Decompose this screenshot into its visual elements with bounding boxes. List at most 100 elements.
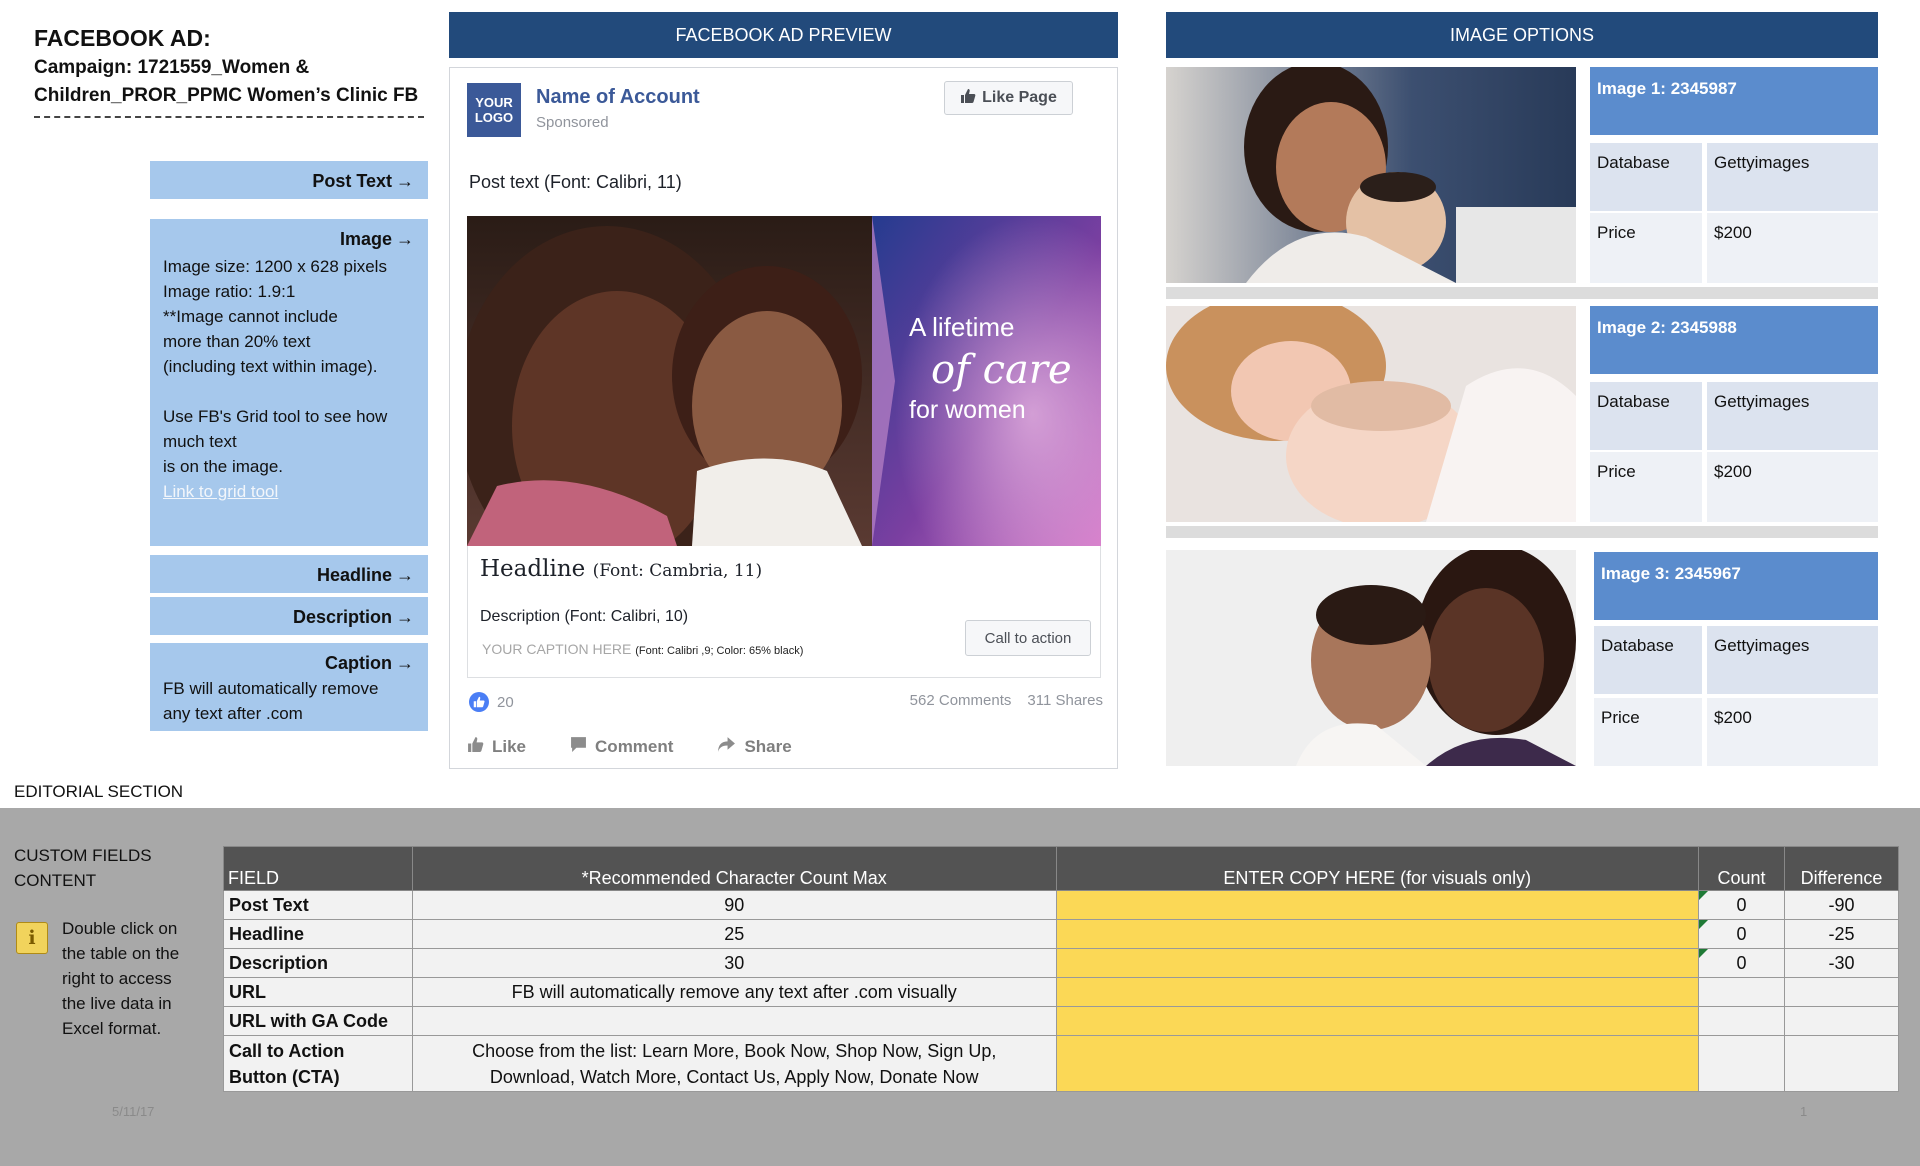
col-count: Count <box>1698 846 1785 891</box>
spec-image-line: Image ratio: 1.9:1 <box>163 282 296 301</box>
comment-icon <box>570 736 587 758</box>
editorial-section-label: EDITORIAL SECTION <box>14 782 184 801</box>
spec-image-line: is on the image. <box>163 457 284 476</box>
campaign-line-2: Children_PROR_PPMC Women’s Clinic FB <box>34 85 419 106</box>
ad-description: Description (Font: Calibri, 10) <box>480 608 689 625</box>
ad-headline: Headline (Font: Cambria, 11) <box>480 556 762 582</box>
image-option-1-thumbnail[interactable] <box>1166 67 1576 283</box>
recommended-count: FB will automatically remove any text af… <box>411 977 1057 1007</box>
call-to-action-button[interactable]: Call to action <box>965 620 1091 656</box>
like-action-button[interactable]: Like <box>467 736 526 758</box>
col-field: FIELD <box>223 846 413 891</box>
account-name[interactable]: Name of Account <box>536 86 700 109</box>
like-action-label: Like <box>492 737 527 756</box>
comment-count[interactable]: 562 Comments <box>910 692 1012 709</box>
info-line: the table on the <box>62 944 180 963</box>
like-count: 20 <box>497 693 514 711</box>
info-line: right to access <box>62 969 172 988</box>
post-actions: Like Comment Share <box>467 736 792 758</box>
image-option-3-price: $200 <box>1707 698 1878 766</box>
post-text: Post text (Font: Calibri, 11) <box>469 172 682 192</box>
spec-post-text: Post Text → <box>150 161 428 199</box>
reactions[interactable]: 20 <box>469 692 514 712</box>
count-cell[interactable]: 0 <box>1698 890 1785 920</box>
difference-cell <box>1783 1035 1900 1092</box>
thumbs-up-icon <box>960 88 976 109</box>
comment-marker-icon <box>1699 920 1709 929</box>
image-option-2-price-label: Price <box>1590 452 1702 522</box>
image-option-3-database: Gettyimages <box>1707 626 1878 694</box>
copy-input-cell[interactable] <box>1055 890 1700 920</box>
share-action-button[interactable]: Share <box>717 736 792 758</box>
count-cell[interactable]: 0 <box>1698 919 1785 949</box>
recommended-count <box>411 1006 1057 1036</box>
header-divider <box>34 116 424 118</box>
info-icon: i <box>16 922 48 954</box>
difference-cell: -25 <box>1783 919 1900 949</box>
field-name-line: Call to Action <box>229 1040 345 1061</box>
info-text: Double click on the table on the right t… <box>62 916 210 1041</box>
copy-input-cell[interactable] <box>1055 1006 1700 1036</box>
headline-text: Headline <box>480 556 586 582</box>
logo-text: LOGO <box>474 110 514 125</box>
copy-input-cell[interactable] <box>1055 1035 1700 1092</box>
col-difference: Difference <box>1783 846 1900 891</box>
count-cell[interactable] <box>1698 1035 1785 1092</box>
option-separator <box>1166 287 1878 299</box>
image-option-2-db-label: Database <box>1590 382 1702 450</box>
table-row: Headline 25 0 -25 <box>223 919 1900 949</box>
copy-input-cell[interactable] <box>1055 948 1700 978</box>
count-cell[interactable]: 0 <box>1698 948 1785 978</box>
share-action-label: Share <box>744 737 792 756</box>
table-row: Post Text 90 0 -90 <box>223 890 1900 920</box>
count-value: 0 <box>1736 952 1747 973</box>
field-name: Description <box>223 948 413 978</box>
field-name: Post Text <box>223 890 413 920</box>
ad-title: FACEBOOK AD: <box>34 25 211 51</box>
image-option-1-db-label: Database <box>1590 143 1702 211</box>
image-option-2-thumbnail[interactable] <box>1166 306 1576 522</box>
image-option-3-title: Image 3: 2345967 <box>1594 552 1878 620</box>
like-reaction-icon <box>469 692 489 712</box>
spec-image-line <box>163 379 418 404</box>
comment-action-button[interactable]: Comment <box>570 736 673 758</box>
grid-tool-link[interactable]: Link to grid tool <box>163 479 418 504</box>
like-page-button[interactable]: Like Page <box>944 81 1073 115</box>
table-header-row: FIELD *Recommended Character Count Max E… <box>223 846 1900 891</box>
editorial-table[interactable]: FIELD *Recommended Character Count Max E… <box>223 846 1900 1092</box>
preview-header: FACEBOOK AD PREVIEW <box>449 12 1118 58</box>
count-cell[interactable] <box>1698 1006 1785 1036</box>
spec-image-line: Image size: 1200 x 628 pixels <box>163 257 387 276</box>
comment-marker-icon <box>1699 891 1709 900</box>
ad-link-box[interactable]: Headline (Font: Cambria, 11) Description… <box>467 546 1101 678</box>
spec-post-text-label: Post Text <box>312 171 392 191</box>
ad-tagline-1: A lifetime <box>909 312 1015 342</box>
image-option-1-price: $200 <box>1707 213 1878 283</box>
custom-fields-line: CUSTOM FIELDS <box>14 846 152 865</box>
logo-text: YOUR <box>475 95 513 110</box>
caption-text: YOUR CAPTION HERE <box>482 641 632 657</box>
spec-image-label: Image <box>339 229 392 249</box>
spec-caption-label: Caption <box>325 653 392 673</box>
info-line: Excel format. <box>62 1019 162 1038</box>
engagement-stats: 562 Comments 311 Shares <box>894 692 1103 709</box>
table-row: URL with GA Code <box>223 1006 1900 1036</box>
table-row: URL FB will automatically remove any tex… <box>223 977 1900 1007</box>
spec-image-line: **Image cannot include <box>163 307 338 326</box>
arrow-right-icon: → <box>396 653 414 673</box>
image-option-2-price: $200 <box>1707 452 1878 522</box>
copy-input-cell[interactable] <box>1055 919 1700 949</box>
ad-tagline-2: of care <box>931 347 1072 393</box>
comment-action-label: Comment <box>595 737 674 756</box>
like-page-label: Like Page <box>982 89 1057 106</box>
table-row: Description 30 0 -30 <box>223 948 1900 978</box>
field-name: Call to Action Button (CTA) <box>223 1035 413 1092</box>
difference-cell: -90 <box>1783 890 1900 920</box>
col-recommended: *Recommended Character Count Max <box>411 846 1057 891</box>
image-option-3-thumbnail[interactable] <box>1166 550 1576 766</box>
share-count[interactable]: 311 Shares <box>1027 692 1103 709</box>
copy-input-cell[interactable] <box>1055 977 1700 1007</box>
arrow-right-icon: → <box>396 229 414 249</box>
image-option-2-title: Image 2: 2345988 <box>1590 306 1878 374</box>
count-cell[interactable] <box>1698 977 1785 1007</box>
